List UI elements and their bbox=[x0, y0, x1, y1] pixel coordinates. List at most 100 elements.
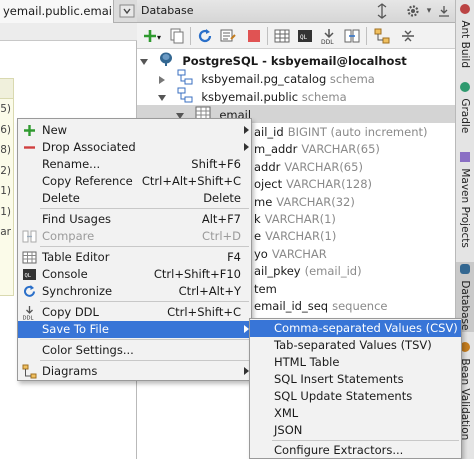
menu-item-synchronize[interactable]: Synchronize Ctrl+Alt+Y bbox=[18, 283, 251, 300]
column-name: e bbox=[254, 229, 262, 244]
save-to-file-submenu: Comma-separated Values (CSV) Tab-separate… bbox=[249, 318, 462, 459]
column-row[interactable]: email_id_seq sequence bbox=[254, 297, 388, 315]
menu-item-table-editor[interactable]: Table Editor F4 bbox=[18, 249, 251, 266]
menu-item-label: Compare bbox=[42, 229, 95, 243]
ddl-icon[interactable]: DDL bbox=[320, 27, 338, 46]
column-name: tem bbox=[254, 281, 277, 296]
column-row[interactable]: ail_id BIGINT (auto increment) bbox=[254, 123, 428, 141]
properties-icon[interactable] bbox=[219, 27, 237, 45]
menu-item-drop-associated[interactable]: Drop Associated bbox=[18, 139, 251, 156]
menu-item-save-to-file[interactable]: Save To File bbox=[18, 321, 251, 338]
tab-ant-build[interactable]: Ant Build bbox=[456, 2, 474, 68]
menu-item-new[interactable]: New bbox=[18, 122, 251, 139]
menu-item-delete[interactable]: Delete Delete bbox=[18, 190, 251, 207]
database-toolbar: ▾ QL DDL bbox=[137, 23, 455, 49]
menu-item-copy-reference[interactable]: Copy Reference Ctrl+Alt+Shift+C bbox=[18, 173, 251, 190]
collapsed-arrow-icon[interactable] bbox=[159, 75, 165, 84]
tab-label: Ant Build bbox=[459, 20, 471, 68]
copy-icon[interactable] bbox=[168, 27, 186, 45]
column-row[interactable]: addr VARCHAR(65) bbox=[254, 158, 363, 176]
column-row[interactable]: m_addr VARCHAR(65) bbox=[254, 140, 380, 158]
context-menu: New Drop Associated Rename... Shift+F6 Copy … bbox=[17, 118, 252, 381]
column-name: m_addr bbox=[254, 142, 298, 157]
column-type: VARCHAR bbox=[271, 246, 327, 261]
menu-separator bbox=[40, 301, 249, 302]
hide-panel-icon[interactable] bbox=[436, 3, 452, 19]
menu-item-shortcut: F4 bbox=[227, 250, 241, 264]
table-editor-icon[interactable] bbox=[273, 27, 291, 45]
tree-row-schema[interactable]: ksbyemail.pg_catalog schema bbox=[159, 69, 375, 87]
tab-overflow-icon[interactable] bbox=[118, 2, 136, 20]
submenu-item-label: Configure Extractors... bbox=[274, 443, 404, 457]
column-row[interactable]: e VARCHAR(1) bbox=[254, 227, 336, 245]
ant-icon bbox=[460, 4, 470, 14]
tree-row-schema[interactable]: ksbyemail.public schema bbox=[158, 87, 347, 105]
menu-item-copy-ddl[interactable]: DDL Copy DDL Ctrl+Shift+C bbox=[18, 304, 251, 322]
gear-icon[interactable] bbox=[405, 3, 421, 19]
diagram-icon[interactable] bbox=[373, 27, 391, 45]
tree-row-connection[interactable]: PostgreSQL - ksbyemail@localhost bbox=[140, 51, 407, 69]
submenu-item-configure-extractors[interactable]: Configure Extractors... bbox=[250, 442, 461, 459]
column-type: BIGINT (auto increment) bbox=[287, 125, 428, 139]
submenu-item-xml[interactable]: XML bbox=[250, 405, 461, 422]
submenu-item-sql-insert-statements[interactable]: SQL Insert Statements bbox=[250, 371, 461, 388]
tab-maven-projects[interactable]: Maven Projects bbox=[456, 150, 474, 250]
menu-separator bbox=[40, 246, 249, 247]
submenu-item-label: SQL Update Statements bbox=[274, 389, 413, 403]
menu-item-rename[interactable]: Rename... Shift+F6 bbox=[18, 156, 251, 173]
column-row[interactable]: ail_pkey (email_id) bbox=[254, 262, 362, 280]
menu-item-compare[interactable]: Compare Ctrl+D bbox=[18, 228, 251, 245]
menu-item-label: New bbox=[42, 123, 68, 137]
connection-name: PostgreSQL - ksbyemail@localhost bbox=[182, 54, 407, 68]
collapse-all-icon[interactable] bbox=[399, 27, 417, 45]
menu-item-find-usages[interactable]: Find Usages Alt+F7 bbox=[18, 211, 251, 228]
column-row[interactable]: tem bbox=[254, 280, 281, 298]
collapse-icon[interactable] bbox=[374, 3, 390, 19]
submenu-item-comma-separated-values-csv[interactable]: Comma-separated Values (CSV) bbox=[250, 320, 461, 337]
menu-item-shortcut: Ctrl+D bbox=[202, 229, 241, 243]
expand-arrow-icon[interactable] bbox=[158, 94, 166, 101]
menu-item-shortcut: Delete bbox=[203, 191, 241, 205]
column-row[interactable]: me VARCHAR(32) bbox=[254, 193, 355, 211]
menu-item-color-settings[interactable]: Color Settings... bbox=[18, 342, 251, 359]
column-row[interactable]: k VARCHAR(1) bbox=[254, 210, 336, 228]
submenu-item-json[interactable]: JSON bbox=[250, 422, 461, 439]
column-type: (email_id) bbox=[304, 264, 362, 279]
submenu-item-tab-separated-values-tsv[interactable]: Tab-separated Values (TSV) bbox=[250, 337, 461, 354]
refresh-icon[interactable] bbox=[196, 27, 214, 45]
svg-text:DDL: DDL bbox=[23, 316, 34, 321]
grid-cell: 5) bbox=[0, 103, 11, 115]
column-type: VARCHAR(128) bbox=[286, 177, 373, 192]
menu-item-shortcut: Ctrl+Alt+Shift+C bbox=[141, 174, 241, 188]
grid-cell: 6) bbox=[0, 123, 11, 136]
editor-toolbar bbox=[0, 23, 137, 41]
database-panel-title: Database bbox=[141, 4, 194, 17]
submenu-item-label: Comma-separated Values (CSV) bbox=[274, 321, 458, 335]
menu-item-console[interactable]: QL Console Ctrl+Shift+F10 bbox=[18, 266, 251, 283]
minus-icon bbox=[22, 140, 37, 155]
submenu-item-sql-update-statements[interactable]: SQL Update Statements bbox=[250, 388, 461, 405]
schema-type: schema bbox=[301, 90, 347, 104]
column-name: me bbox=[254, 194, 273, 209]
menu-item-label: Copy Reference bbox=[42, 174, 133, 188]
tab-label: Gradle bbox=[459, 98, 471, 134]
menu-item-label: Synchronize bbox=[42, 284, 113, 298]
column-type: VARCHAR(1) bbox=[264, 212, 336, 226]
grid-cell: 1) bbox=[0, 205, 11, 218]
expand-arrow-icon[interactable] bbox=[140, 58, 148, 65]
compare-icon[interactable] bbox=[343, 27, 361, 45]
column-row[interactable]: oject VARCHAR(128) bbox=[254, 175, 372, 193]
submenu-item-html-table[interactable]: HTML Table bbox=[250, 354, 461, 371]
column-type: VARCHAR(1) bbox=[265, 229, 337, 244]
tab-gradle[interactable]: Gradle bbox=[456, 80, 474, 140]
menu-item-diagrams[interactable]: Diagrams bbox=[18, 363, 251, 380]
column-row[interactable]: yo VARCHAR bbox=[254, 245, 327, 263]
editor-tab-bar: yemail.public.email bbox=[0, 0, 137, 23]
console-icon[interactable]: QL bbox=[296, 27, 314, 45]
result-grid-fragment: 5) 6) 8) 2) 1) 1) ar bbox=[0, 78, 14, 296]
submenu-item-label: SQL Insert Statements bbox=[274, 372, 404, 386]
editor-tab[interactable]: yemail.public.email bbox=[0, 0, 114, 23]
stop-icon[interactable] bbox=[245, 27, 263, 45]
menu-separator bbox=[272, 440, 459, 441]
gear-dropdown-icon[interactable]: ▾ bbox=[421, 3, 437, 19]
